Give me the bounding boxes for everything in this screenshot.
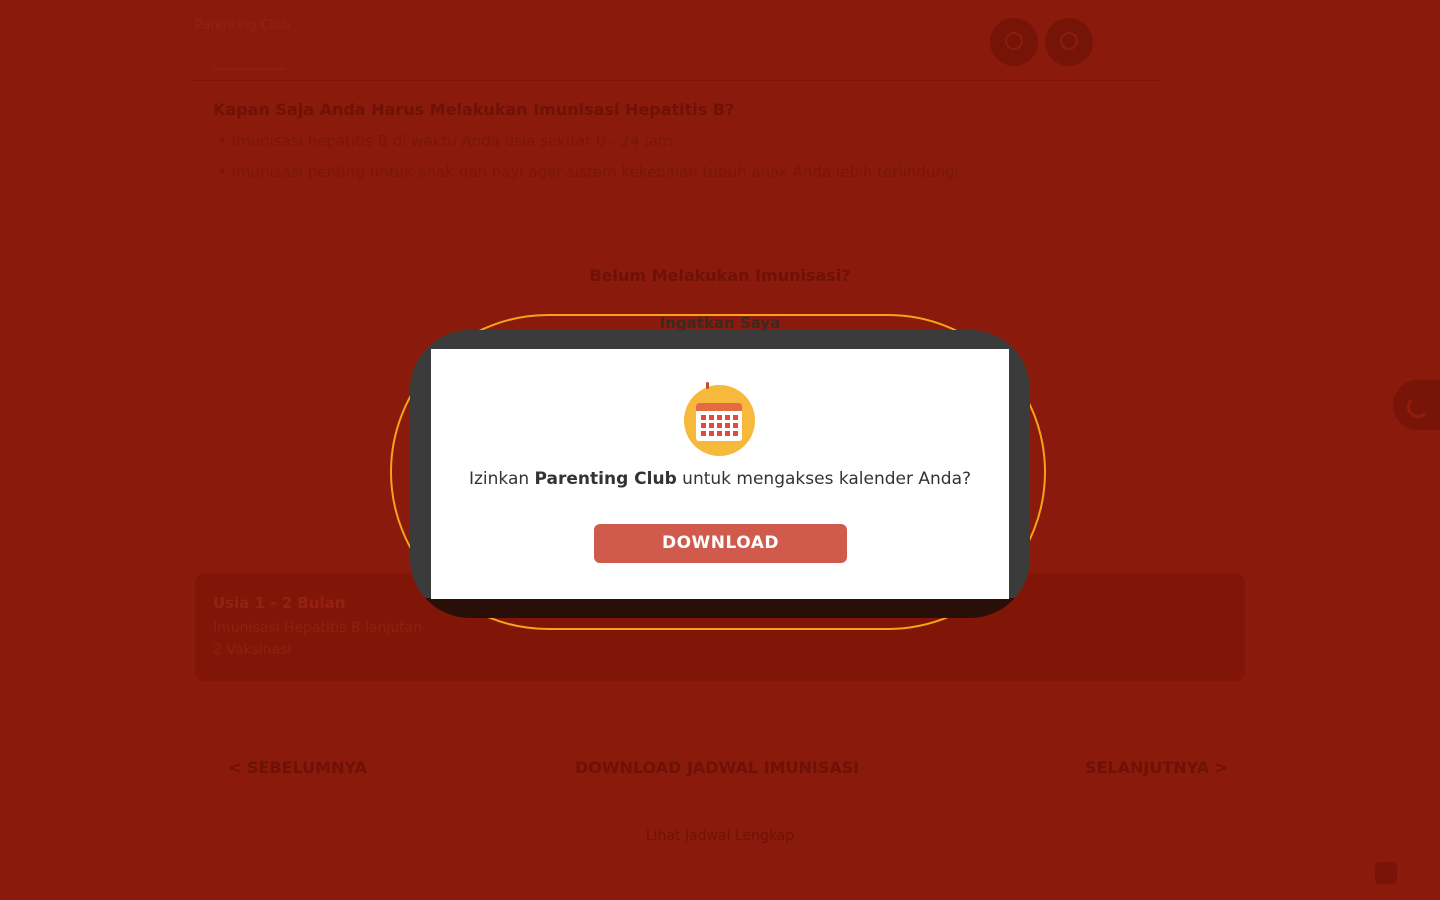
message-suffix: untuk mengakses kalender Anda? xyxy=(676,469,972,489)
site-logo[interactable]: Parenting Club xyxy=(195,18,295,70)
page: Parenting Club Kapan Saja Anda Harus Mel… xyxy=(0,0,1440,900)
calendar-permission-dialog: Izinkan Parenting Club untuk mengakses k… xyxy=(431,349,1009,599)
section-question: Kapan Saja Anda Harus Melakukan Imunisas… xyxy=(213,100,735,119)
search-button[interactable] xyxy=(990,18,1038,66)
bullet-text: Imunisasi penting untuk anak dan bayi ag… xyxy=(231,163,959,181)
app-name: Parenting Club xyxy=(534,469,677,489)
footer-link[interactable]: Lihat Jadwal Lengkap xyxy=(0,828,1440,844)
search-icon xyxy=(1005,32,1023,50)
calendar-ring xyxy=(706,382,709,389)
calendar-icon xyxy=(684,382,755,456)
user-icon xyxy=(1060,32,1078,50)
prev-link[interactable]: < SEBELUMNYA xyxy=(228,758,367,777)
permission-message: Izinkan Parenting Club untuk mengakses k… xyxy=(431,469,1009,489)
logo-underline xyxy=(213,68,285,70)
profile-button[interactable] xyxy=(1045,18,1093,66)
download-button[interactable]: DOWNLOAD xyxy=(594,524,847,563)
bullet-item: • Imunisasi hepatitis B di waktu Anda us… xyxy=(218,132,673,150)
bullet-text: Imunisasi hepatitis B di waktu Anda usia… xyxy=(231,132,673,150)
phone-icon xyxy=(1407,396,1429,418)
next-link[interactable]: SELANJUTNYA > xyxy=(1085,758,1228,777)
call-button[interactable] xyxy=(1393,380,1440,430)
logo-text: Parenting Club xyxy=(195,18,291,33)
reminder-question: Belum Melakukan Imunisasi? xyxy=(589,266,851,285)
modal-frame-shadow xyxy=(410,598,1030,618)
schedule-card-title: Usia 1 - 2 Bulan xyxy=(213,594,346,612)
schedule-card-line: Imunisasi Hepatitis B lanjutan xyxy=(213,620,423,636)
schedule-card-line: 2 Vaksinasi xyxy=(213,642,292,658)
download-schedule-link[interactable]: DOWNLOAD JADWAL IMUNISASI xyxy=(575,758,859,777)
calendar-page xyxy=(696,403,742,441)
calendar-header xyxy=(696,403,742,411)
bullet-item: • Imunisasi penting untuk anak dan bayi … xyxy=(218,163,959,181)
scroll-top-button[interactable] xyxy=(1375,862,1397,884)
calendar-grid xyxy=(701,415,738,436)
message-prefix: Izinkan xyxy=(468,469,535,489)
